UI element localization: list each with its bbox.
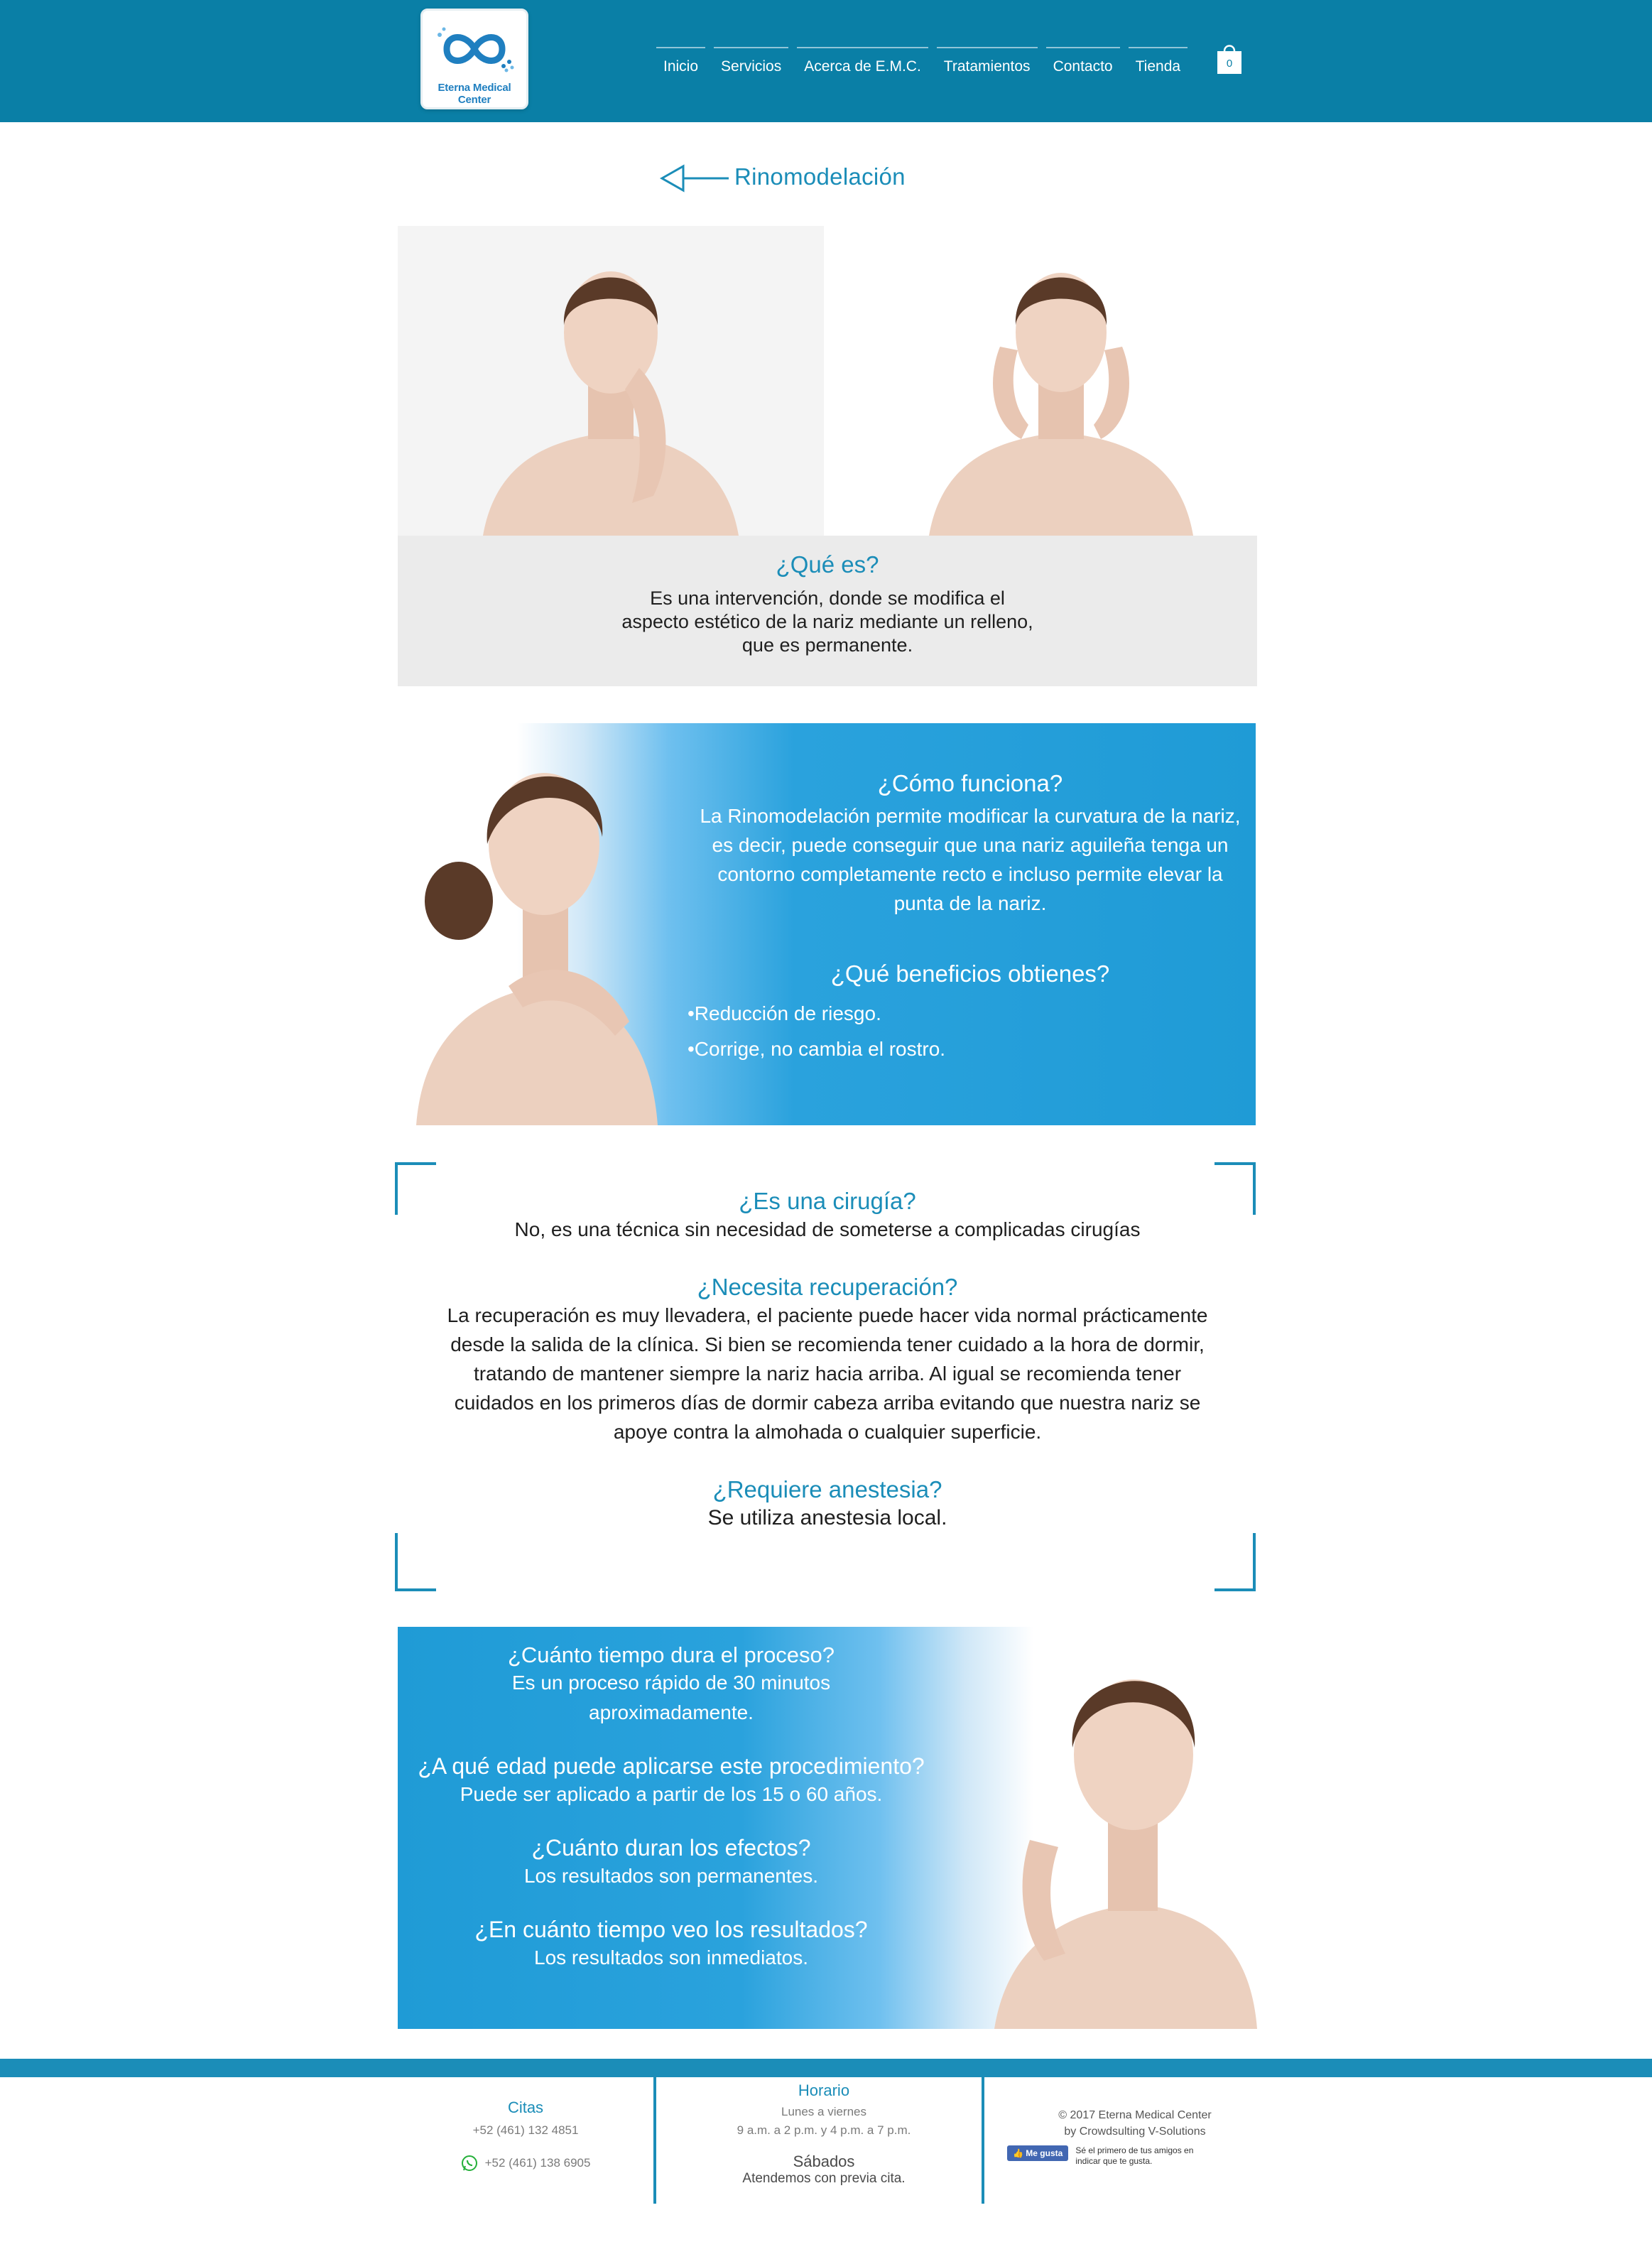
phone-1[interactable]: +52 (461) 132 4851 xyxy=(426,2121,625,2140)
infinity-icon xyxy=(438,27,514,72)
que-es-text: Es una intervención, donde se modifica e… xyxy=(621,588,1033,656)
back-arrow-icon[interactable] xyxy=(659,162,730,195)
edad-answer: Puede ser aplicado a partir de los 15 o … xyxy=(460,1783,883,1805)
beneficios-list: •Reducción de riesgo. •Corrige, no cambi… xyxy=(688,996,1247,1067)
que-es-heading: ¿Qué es? xyxy=(776,551,879,578)
whatsapp-icon xyxy=(461,2155,477,2171)
recuperacion-answer: La recuperación es muy llevadera, el pac… xyxy=(447,1304,1208,1443)
timing-text-block: ¿Cuánto tiempo dura el proceso? Es un pr… xyxy=(398,1642,945,1973)
nav-tienda[interactable]: Tienda xyxy=(1128,47,1188,78)
resultados-answer: Los resultados son inmediatos. xyxy=(534,1947,808,1969)
nav-servicios[interactable]: Servicios xyxy=(714,47,789,78)
funciona-section: ¿Cómo funciona? La Rinomodelación permit… xyxy=(416,723,1256,1125)
dura-question: ¿Cuánto tiempo dura el proceso? xyxy=(507,1642,835,1667)
bracket-bottom-left xyxy=(395,1533,436,1591)
cirugia-question: ¿Es una cirugía? xyxy=(739,1188,916,1214)
funciona-text-block: ¿Cómo funciona? La Rinomodelación permit… xyxy=(688,770,1247,1067)
dura-answer: Es un proceso rápido de 30 minutos aprox… xyxy=(511,1672,831,1723)
thumbs-up-icon: 👍 xyxy=(1013,2148,1023,2158)
anestesia-answer: Se utiliza anestesia local. xyxy=(707,1506,947,1529)
nav-inicio[interactable]: Inicio xyxy=(656,47,706,78)
phone-2: +52 (461) 138 6905 xyxy=(484,2156,591,2170)
footer-divider xyxy=(982,2077,984,2204)
shopping-bag-icon: 0 xyxy=(1217,45,1241,74)
cirugia-answer: No, es una técnica sin necesidad de some… xyxy=(514,1218,1141,1240)
nav-contacto[interactable]: Contacto xyxy=(1045,47,1120,78)
que-es-section: ¿Qué es? Es una intervención, donde se m… xyxy=(398,536,1257,686)
cart-count: 0 xyxy=(1227,58,1232,70)
main-nav: Inicio Servicios Acerca de E.M.C. Tratam… xyxy=(656,47,1188,78)
footer-citas: Citas +52 (461) 132 4851 +52 (461) 138 6… xyxy=(426,2099,625,2175)
resultados-question: ¿En cuánto tiempo veo los resultados? xyxy=(474,1917,868,1942)
model-photo-funciona xyxy=(416,723,686,1125)
footer-bar xyxy=(0,2059,1652,2077)
beneficios-heading: ¿Qué beneficios obtienes? xyxy=(830,960,1110,987)
anestesia-question: ¿Requiere anestesia? xyxy=(712,1476,942,1502)
site-footer: Citas +52 (461) 132 4851 +52 (461) 138 6… xyxy=(0,2077,1652,2247)
credit-text[interactable]: by Crowdsulting V-Solutions xyxy=(1028,2123,1241,2140)
fb-like-label: Me gusta xyxy=(1026,2148,1063,2158)
efectos-question: ¿Cuánto duran los efectos? xyxy=(531,1835,811,1861)
timing-section: ¿Cuánto tiempo dura el proceso? Es un pr… xyxy=(398,1627,1257,2029)
copyright-text: © 2017 Eterna Medical Center xyxy=(1058,2109,1212,2121)
list-item: •Corrige, no cambia el rostro. xyxy=(688,1038,946,1060)
nav-acerca[interactable]: Acerca de E.M.C. xyxy=(797,47,928,78)
fb-like-text: Sé el primero de tus amigos en indicar q… xyxy=(1075,2145,1194,2166)
logo-text: Eterna Medical Center xyxy=(438,82,511,106)
horario-title: Horario xyxy=(798,2081,850,2099)
sabados-note: Atendemos con previa cita. xyxy=(742,2171,906,2186)
facebook-like: 👍 Me gusta Sé el primero de tus amigos e… xyxy=(1007,2145,1217,2167)
horario-hours: 9 a.m. a 2 p.m. y 4 p.m. a 7 p.m. xyxy=(737,2123,911,2137)
sabados-title: Sábados xyxy=(793,2153,855,2170)
nav-tratamientos[interactable]: Tratamientos xyxy=(936,47,1038,78)
recuperacion-question: ¿Necesita recuperación? xyxy=(697,1274,958,1300)
site-logo[interactable]: Eterna Medical Center xyxy=(420,9,528,109)
whatsapp-contact[interactable]: +52 (461) 138 6905 xyxy=(461,2154,591,2172)
list-item: •Reducción de riesgo. xyxy=(688,1002,881,1024)
model-photo-right xyxy=(865,226,1257,536)
horario-weekdays: Lunes a viernes xyxy=(781,2105,867,2118)
fb-like-button[interactable]: 👍 Me gusta xyxy=(1007,2145,1069,2161)
footer-horario: Horario Lunes a viernes 9 a.m. a 2 p.m. … xyxy=(668,2081,980,2187)
footer-copyright: © 2017 Eterna Medical Center by Crowdsul… xyxy=(1028,2107,1241,2140)
page-title: Rinomodelación xyxy=(734,163,906,190)
faq-section: ¿Es una cirugía? No, es una técnica sin … xyxy=(398,1188,1257,1532)
funciona-text: La Rinomodelación permite modificar la c… xyxy=(700,805,1241,914)
efectos-answer: Los resultados son permanentes. xyxy=(523,1865,819,1887)
model-photo-timing xyxy=(966,1627,1257,2029)
cart-button[interactable]: 0 xyxy=(1216,43,1243,75)
edad-question: ¿A qué edad puede aplicarse este procedi… xyxy=(418,1753,925,1779)
citas-title: Citas xyxy=(507,2099,544,2116)
model-photo-left xyxy=(398,226,824,536)
funciona-heading: ¿Cómo funciona? xyxy=(877,770,1063,796)
footer-divider xyxy=(653,2077,656,2204)
bracket-bottom-right xyxy=(1214,1533,1256,1591)
site-header: Eterna Medical Center Inicio Servicios A… xyxy=(0,0,1652,122)
